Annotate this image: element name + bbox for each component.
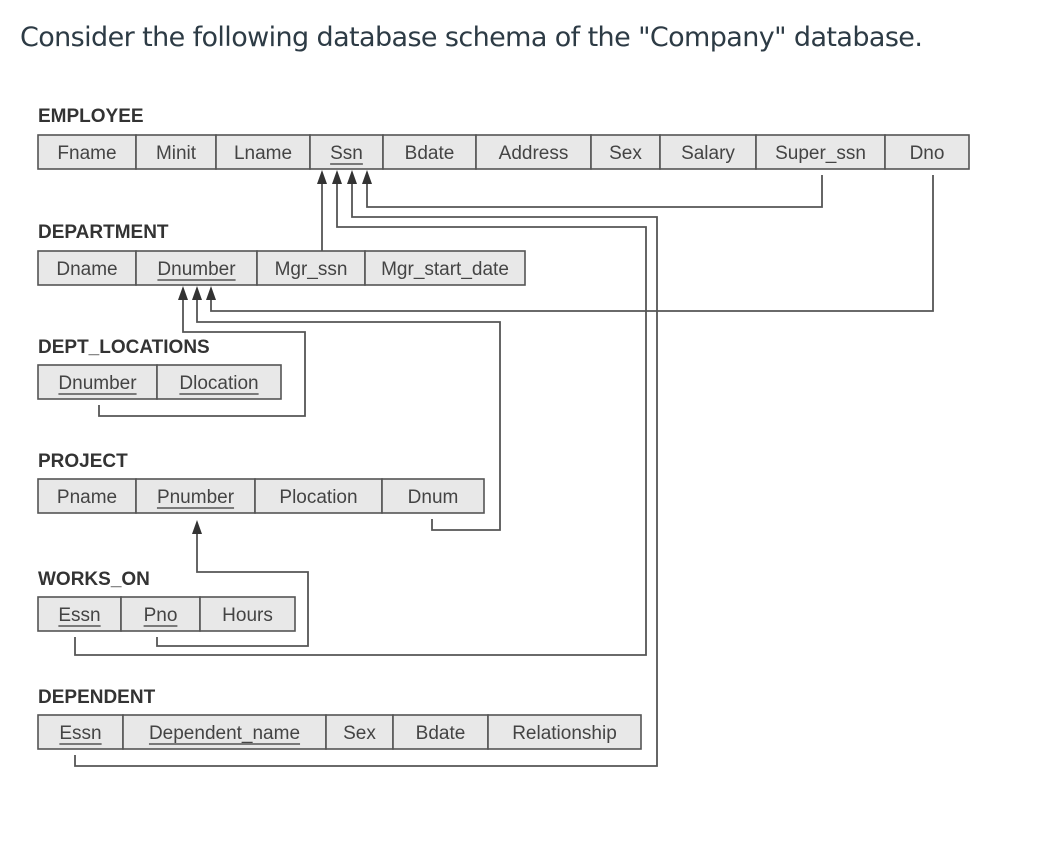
- attribute-cell-dnum: Dnum: [381, 478, 485, 514]
- attribute-cell-dnumber: Dnumber: [135, 250, 258, 286]
- attribute-cell-dnumber: Dnumber: [37, 364, 158, 400]
- attribute-name: Sex: [343, 723, 376, 744]
- table-works-on: WORKS_ON Essn Pno Hours: [37, 569, 296, 632]
- arrowhead-icon: [206, 286, 216, 300]
- arrowhead-icon: [347, 170, 357, 184]
- attribute-name: Dlocation: [179, 373, 258, 394]
- attribute-name: Minit: [156, 143, 197, 164]
- arrowhead-icon: [192, 520, 202, 534]
- attribute-name: Hours: [222, 605, 273, 626]
- schema-diagram: EMPLOYEE Fname Minit Lname Ssn Bdate Address Se…: [37, 106, 970, 767]
- attribute-cell-hours: Hours: [199, 596, 296, 632]
- attribute-cell-minit: Minit: [135, 134, 217, 170]
- attribute-name: Bdate: [416, 723, 466, 744]
- table-dependent: DEPENDENT Essn Dependent_name Sex Bdate Relat…: [37, 687, 642, 750]
- attribute-name: Pno: [144, 605, 178, 626]
- attribute-name: Dnum: [408, 487, 459, 508]
- attribute-cell-salary: Salary: [659, 134, 757, 170]
- attribute-name: Ssn: [330, 143, 363, 164]
- attribute-cell-essn: Essn: [37, 596, 122, 632]
- attribute-cell-plocation: Plocation: [254, 478, 383, 514]
- arrowhead-icon: [317, 170, 327, 184]
- attribute-name: Dnumber: [157, 259, 236, 280]
- attribute-name: Sex: [609, 143, 642, 164]
- attribute-name: Plocation: [279, 487, 357, 508]
- attribute-cell-pnumber: Pnumber: [135, 478, 256, 514]
- table-name: DEPENDENT: [38, 687, 156, 708]
- fk-line-employee-super-ssn-to-employee-ssn: [366, 175, 823, 208]
- attribute-cell-pno: Pno: [120, 596, 201, 632]
- attribute-name: Address: [499, 143, 569, 164]
- table-department: DEPARTMENT Dname Dnumber Mgr_ssn Mgr_start_d…: [37, 222, 526, 286]
- attribute-name: Dname: [56, 259, 117, 280]
- table-project: PROJECT Pname Pnumber Plocation Dnum: [37, 451, 485, 514]
- attribute-name: Mgr_start_date: [381, 259, 509, 280]
- table-name: PROJECT: [38, 451, 128, 472]
- attribute-cell-super-ssn: Super_ssn: [755, 134, 886, 170]
- attribute-cell-fname: Fname: [37, 134, 137, 170]
- table-employee: EMPLOYEE Fname Minit Lname Ssn Bdate Address Se…: [37, 106, 970, 170]
- attribute-name: Fname: [57, 143, 116, 164]
- attribute-cell-essn: Essn: [37, 714, 124, 750]
- attribute-name: Essn: [58, 605, 100, 626]
- tables-layer: EMPLOYEE Fname Minit Lname Ssn Bdate Address Se…: [37, 106, 970, 750]
- attribute-name: Lname: [234, 143, 292, 164]
- attribute-cell-mgr-ssn: Mgr_ssn: [256, 250, 366, 286]
- attribute-cell-mgr-start-date: Mgr_start_date: [364, 250, 526, 286]
- attribute-name: Bdate: [405, 143, 455, 164]
- attribute-cell-ssn: Ssn: [309, 134, 384, 170]
- attribute-cell-dname: Dname: [37, 250, 137, 286]
- arrowhead-icon: [362, 170, 372, 184]
- attribute-name: Essn: [59, 723, 101, 744]
- table-name: DEPT_LOCATIONS: [38, 337, 210, 358]
- table-name: EMPLOYEE: [38, 106, 144, 127]
- attribute-cell-bdate: Bdate: [392, 714, 489, 750]
- attribute-name: Pnumber: [157, 487, 235, 508]
- table-dept-locations: DEPT_LOCATIONS Dnumber Dlocation: [37, 337, 282, 400]
- attribute-cell-bdate: Bdate: [382, 134, 477, 170]
- attribute-cell-dlocation: Dlocation: [156, 364, 282, 400]
- attribute-cell-dno: Dno: [884, 134, 970, 170]
- attribute-name: Mgr_ssn: [275, 259, 348, 280]
- attribute-name: Dno: [910, 143, 945, 164]
- attribute-cell-lname: Lname: [215, 134, 311, 170]
- attribute-cell-sex: Sex: [325, 714, 394, 750]
- arrowhead-icon: [192, 286, 202, 300]
- table-name: DEPARTMENT: [38, 222, 169, 243]
- table-name: WORKS_ON: [38, 569, 150, 590]
- arrowhead-icon: [332, 170, 342, 184]
- attribute-cell-relationship: Relationship: [487, 714, 642, 750]
- attribute-name: Dependent_name: [149, 723, 300, 744]
- attribute-name: Relationship: [512, 723, 617, 744]
- attribute-cell-address: Address: [475, 134, 592, 170]
- attribute-cell-sex: Sex: [590, 134, 661, 170]
- attribute-name: Pname: [57, 487, 117, 508]
- attribute-name: Dnumber: [58, 373, 137, 394]
- attribute-name: Super_ssn: [775, 143, 866, 164]
- attribute-cell-pname: Pname: [37, 478, 137, 514]
- attribute-cell-dependent-name: Dependent_name: [122, 714, 327, 750]
- fk-line-employee-dno-to-department-dnumber: [210, 175, 934, 312]
- arrowhead-icon: [178, 286, 188, 300]
- attribute-name: Salary: [681, 143, 735, 164]
